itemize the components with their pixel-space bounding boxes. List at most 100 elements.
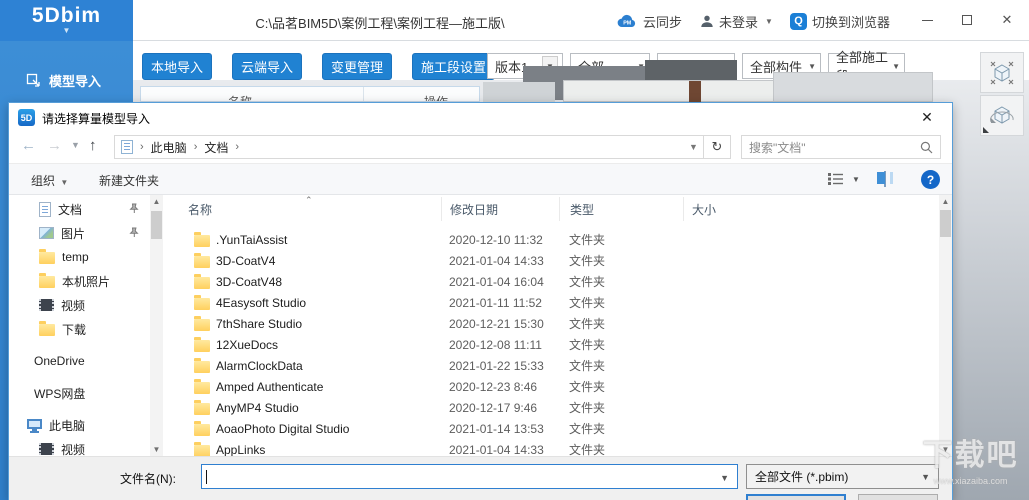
chevron-down-icon: ▼ (765, 16, 773, 26)
file-row[interactable]: 12XueDocs 2020-12-08 11:11 文件夹 (164, 334, 939, 355)
sidebar-scrollbar[interactable]: ▲ ▼ (150, 195, 163, 456)
help-button[interactable]: ? (921, 170, 940, 189)
file-open-dialog: 5D 请选择算量模型导入 ✕ ← → ▼ ↑ › 此电脑 › 文档 › ▼ ↻ … (8, 102, 953, 500)
minimize-button[interactable] (913, 8, 941, 32)
search-placeholder: 搜索"文档" (749, 140, 806, 155)
close-button[interactable]: ✕ (993, 8, 1021, 32)
address-dropdown-button[interactable]: ▼ (689, 142, 698, 152)
place-item[interactable]: WPS网盘 (19, 383, 147, 403)
place-icon (39, 321, 55, 336)
orbit-view-button[interactable] (980, 95, 1024, 136)
view-mode-dropdown-button[interactable]: ▼ (852, 175, 860, 184)
dialog-logo-icon: 5D (18, 109, 35, 126)
browser-icon: Q (790, 12, 807, 30)
model-import-icon (26, 73, 40, 87)
app-logo-menu[interactable]: 5Dbim ▼ (0, 0, 133, 41)
back-button[interactable]: ← (21, 137, 36, 154)
scroll-down-icon[interactable]: ▼ (150, 443, 163, 456)
breadcrumb-chevron-icon: › (235, 141, 240, 153)
column-header-name[interactable]: 名称 (164, 197, 441, 221)
filename-input[interactable]: ▼ (201, 464, 738, 489)
dialog-body: 文档 图片 temp 本机照片 视频 下载 OneDrive WPS网盘 此电脑… (9, 195, 952, 456)
scrollbar-thumb[interactable] (151, 211, 162, 239)
scroll-up-icon[interactable]: ▲ (150, 195, 163, 208)
documents-icon (121, 140, 133, 154)
toolbar-button[interactable]: 施工段设置 (412, 53, 496, 80)
file-row[interactable]: .YunTaiAssist 2020-12-10 11:32 文件夹 (164, 229, 939, 250)
app-titlebar: 5Dbim ▼ C:\品茗BIM5D\案例工程\案例工程—施工版\ PM 云同步… (0, 0, 1029, 41)
file-list-scrollbar[interactable]: ▲ ▼ (939, 195, 952, 456)
file-row[interactable]: AlarmClockData 2021-01-22 15:33 文件夹 (164, 355, 939, 376)
toolbar-button[interactable]: 变更管理 (322, 53, 393, 80)
chevron-down-icon: ▼ (921, 471, 930, 482)
refresh-button[interactable]: ↻ (704, 135, 731, 159)
open-button[interactable] (746, 494, 846, 500)
folder-icon (194, 378, 210, 394)
column-header-date[interactable]: 修改日期 (441, 197, 559, 221)
folder-icon (194, 420, 210, 436)
place-item[interactable]: 此电脑 (19, 415, 147, 435)
column-header-type[interactable]: 类型 (559, 197, 683, 221)
organize-button[interactable]: 组织 ▼ (31, 172, 68, 189)
cancel-button[interactable] (858, 494, 938, 500)
scrollbar-thumb[interactable] (940, 210, 951, 237)
place-item[interactable]: 下载 (19, 319, 147, 339)
file-row[interactable]: 3D-CoatV48 2021-01-04 16:04 文件夹 (164, 271, 939, 292)
up-button[interactable]: ↑ (89, 137, 97, 154)
address-bar[interactable]: › 此电脑 › 文档 › (114, 135, 704, 159)
svg-text:PM: PM (623, 21, 632, 27)
column-header-size[interactable]: 大小 (683, 197, 756, 221)
new-folder-button[interactable]: 新建文件夹 (99, 172, 159, 189)
search-input[interactable]: 搜索"文档" (741, 135, 941, 159)
fit-view-button[interactable] (980, 52, 1024, 93)
login-button[interactable]: 未登录 ▼ (700, 11, 773, 31)
file-row[interactable]: 7thShare Studio 2020-12-21 15:30 文件夹 (164, 313, 939, 334)
chevron-down-icon: ▼ (808, 61, 816, 71)
place-item[interactable]: 视频 (19, 439, 147, 456)
place-item[interactable]: 视频 (19, 295, 147, 315)
folder-icon (194, 273, 210, 289)
file-row[interactable]: AnyMP4 Studio 2020-12-17 9:46 文件夹 (164, 397, 939, 418)
folder-icon (194, 399, 210, 415)
sidebar-item-model-import[interactable]: 模型导入 (0, 63, 133, 97)
forward-button[interactable]: → (47, 137, 62, 154)
breadcrumb-this-pc[interactable]: 此电脑 (151, 139, 187, 156)
view-mode-button[interactable] (828, 172, 843, 188)
file-row[interactable]: 4Easysoft Studio 2021-01-11 11:52 文件夹 (164, 292, 939, 313)
file-row[interactable]: AppLinks 2021-01-04 14:33 文件夹 (164, 439, 939, 456)
place-icon (27, 419, 42, 431)
bg-col-name: 名称 (228, 95, 253, 102)
place-item[interactable]: 图片 (19, 223, 147, 243)
file-row[interactable]: 3D-CoatV4 2021-01-04 14:33 文件夹 (164, 250, 939, 271)
place-item[interactable]: 本机照片 (19, 271, 147, 291)
place-icon (39, 227, 54, 239)
folder-icon (194, 252, 210, 268)
text-caret (206, 469, 207, 484)
dialog-footer: 文件名(N): ▼ 全部文件 (*.pbim) ▼ (9, 456, 952, 500)
place-item[interactable]: 文档 (19, 199, 147, 219)
filename-label: 文件名(N): (120, 472, 176, 486)
place-item[interactable]: temp (19, 247, 147, 267)
pin-icon (129, 227, 139, 241)
maximize-button[interactable] (953, 8, 981, 32)
chevron-down-icon: ▼ (60, 178, 69, 187)
file-row[interactable]: AoaoPhoto Digital Studio 2021-01-14 13:5… (164, 418, 939, 439)
toolbar-button[interactable]: 本地导入 (142, 53, 213, 80)
toolbar-button[interactable]: 云端导入 (232, 53, 303, 80)
dialog-close-button[interactable]: ✕ (914, 107, 940, 127)
switch-browser-button[interactable]: Q 切换到浏览器 (790, 11, 890, 31)
place-item[interactable]: OneDrive (19, 351, 147, 371)
cloud-sync-button[interactable]: PM 云同步 (617, 11, 682, 31)
breadcrumb-chevron-icon: › (193, 141, 198, 153)
file-row[interactable]: Amped Authenticate 2020-12-23 8:46 文件夹 (164, 376, 939, 397)
place-icon (39, 201, 51, 217)
search-icon (920, 141, 933, 153)
preview-pane-button[interactable] (884, 171, 886, 187)
scroll-up-icon[interactable]: ▲ (939, 195, 952, 208)
filetype-dropdown[interactable]: 全部文件 (*.pbim) ▼ (746, 464, 939, 489)
history-dropdown-button[interactable]: ▼ (71, 140, 80, 150)
breadcrumb-documents[interactable]: 文档 (204, 139, 228, 156)
building-annex (483, 82, 555, 102)
cloud-sync-icon: PM (617, 14, 636, 28)
scroll-down-icon[interactable]: ▼ (939, 443, 952, 456)
